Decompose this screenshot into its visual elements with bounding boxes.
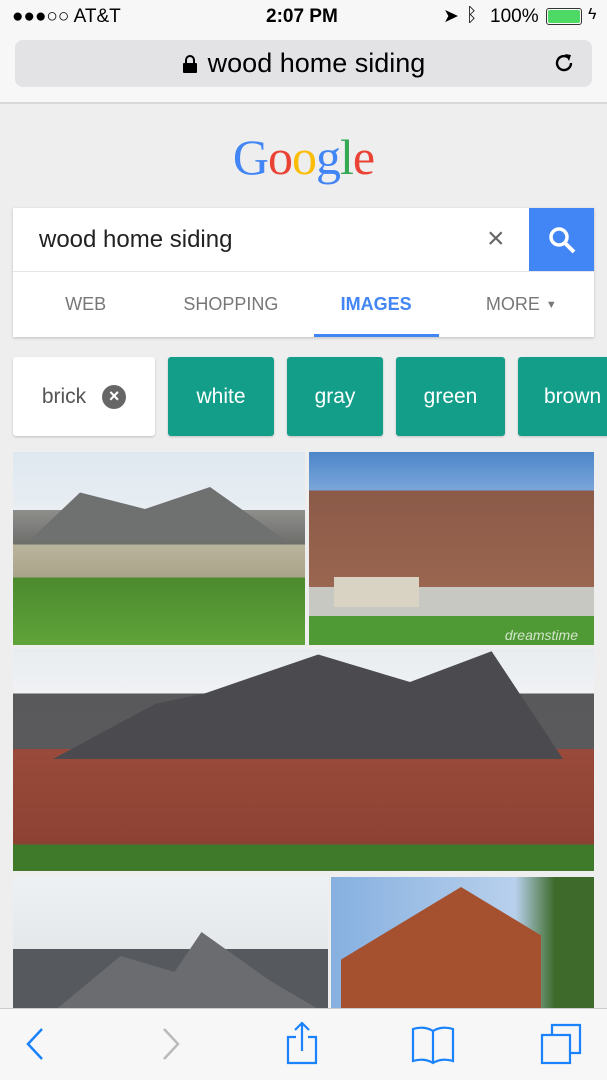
location-icon: ➤ bbox=[443, 6, 459, 27]
time: 2:07 PM bbox=[266, 6, 338, 27]
chip-green[interactable]: green bbox=[396, 357, 505, 436]
url-text: wood home siding bbox=[207, 48, 426, 78]
forward-icon[interactable] bbox=[160, 1027, 182, 1061]
chip-brown[interactable]: brown bbox=[518, 357, 607, 436]
browser-toolbar bbox=[0, 1008, 607, 1080]
chip-label: gray bbox=[314, 384, 356, 408]
google-logo: Google bbox=[232, 129, 375, 185]
tab-web[interactable]: WEB bbox=[13, 272, 158, 337]
search-box: wood home siding × WEB SHOPPING IMAGES M… bbox=[13, 208, 594, 337]
tab-images[interactable]: IMAGES bbox=[304, 272, 449, 337]
battery-icon bbox=[546, 8, 582, 25]
image-result-4[interactable] bbox=[13, 877, 328, 1008]
image-result-5[interactable] bbox=[331, 877, 594, 1008]
chip-label: white bbox=[196, 384, 246, 408]
garage-door bbox=[334, 577, 419, 607]
chip-white[interactable]: white bbox=[168, 357, 274, 436]
roof bbox=[28, 487, 288, 542]
search-input[interactable]: wood home siding bbox=[39, 226, 232, 254]
search-tabs: WEB SHOPPING IMAGES MORE ▼ bbox=[13, 271, 594, 337]
lock-icon bbox=[182, 54, 197, 73]
back-icon[interactable] bbox=[24, 1027, 46, 1061]
caret-down-icon: ▼ bbox=[545, 298, 557, 311]
house bbox=[341, 887, 541, 1008]
carrier: ●●●○○ AT&T bbox=[12, 6, 121, 27]
search-button[interactable] bbox=[529, 208, 594, 271]
chip-label: brown bbox=[544, 384, 602, 408]
roof bbox=[53, 651, 563, 759]
watermark: dreamstime bbox=[504, 627, 578, 643]
url-bar[interactable]: wood home siding bbox=[15, 40, 592, 87]
tab-label: SHOPPING bbox=[183, 294, 279, 314]
remove-icon[interactable]: × bbox=[102, 384, 127, 409]
image-result-3[interactable] bbox=[13, 649, 594, 871]
tab-more[interactable]: MORE ▼ bbox=[449, 272, 594, 337]
image-result-2[interactable]: dreamstime bbox=[309, 452, 594, 645]
tab-label: MORE bbox=[485, 294, 540, 314]
clear-icon[interactable]: × bbox=[487, 222, 505, 256]
chip-brick[interactable]: brick × bbox=[13, 357, 155, 436]
bluetooth-icon: ᛒ bbox=[466, 5, 478, 26]
bookmarks-icon[interactable] bbox=[411, 1025, 455, 1065]
share-icon[interactable] bbox=[285, 1021, 319, 1065]
chip-gray[interactable]: gray bbox=[287, 357, 383, 436]
search-icon bbox=[548, 226, 575, 253]
tabs-icon[interactable] bbox=[540, 1023, 582, 1065]
tab-label: WEB bbox=[65, 294, 107, 314]
chip-label: green bbox=[423, 384, 478, 408]
image-result-1[interactable] bbox=[13, 452, 305, 645]
battery-percent: 100% bbox=[490, 6, 539, 27]
charging-icon: ϟ bbox=[588, 6, 597, 23]
reload-icon[interactable] bbox=[552, 51, 576, 75]
roof bbox=[53, 932, 323, 1008]
chip-label: brick bbox=[41, 384, 87, 408]
tab-label: IMAGES bbox=[340, 294, 412, 314]
status-bar: ●●●○○ AT&T 2:07 PM ➤ ᛒ 100% ϟ bbox=[0, 0, 607, 34]
tab-shopping[interactable]: SHOPPING bbox=[158, 272, 303, 337]
